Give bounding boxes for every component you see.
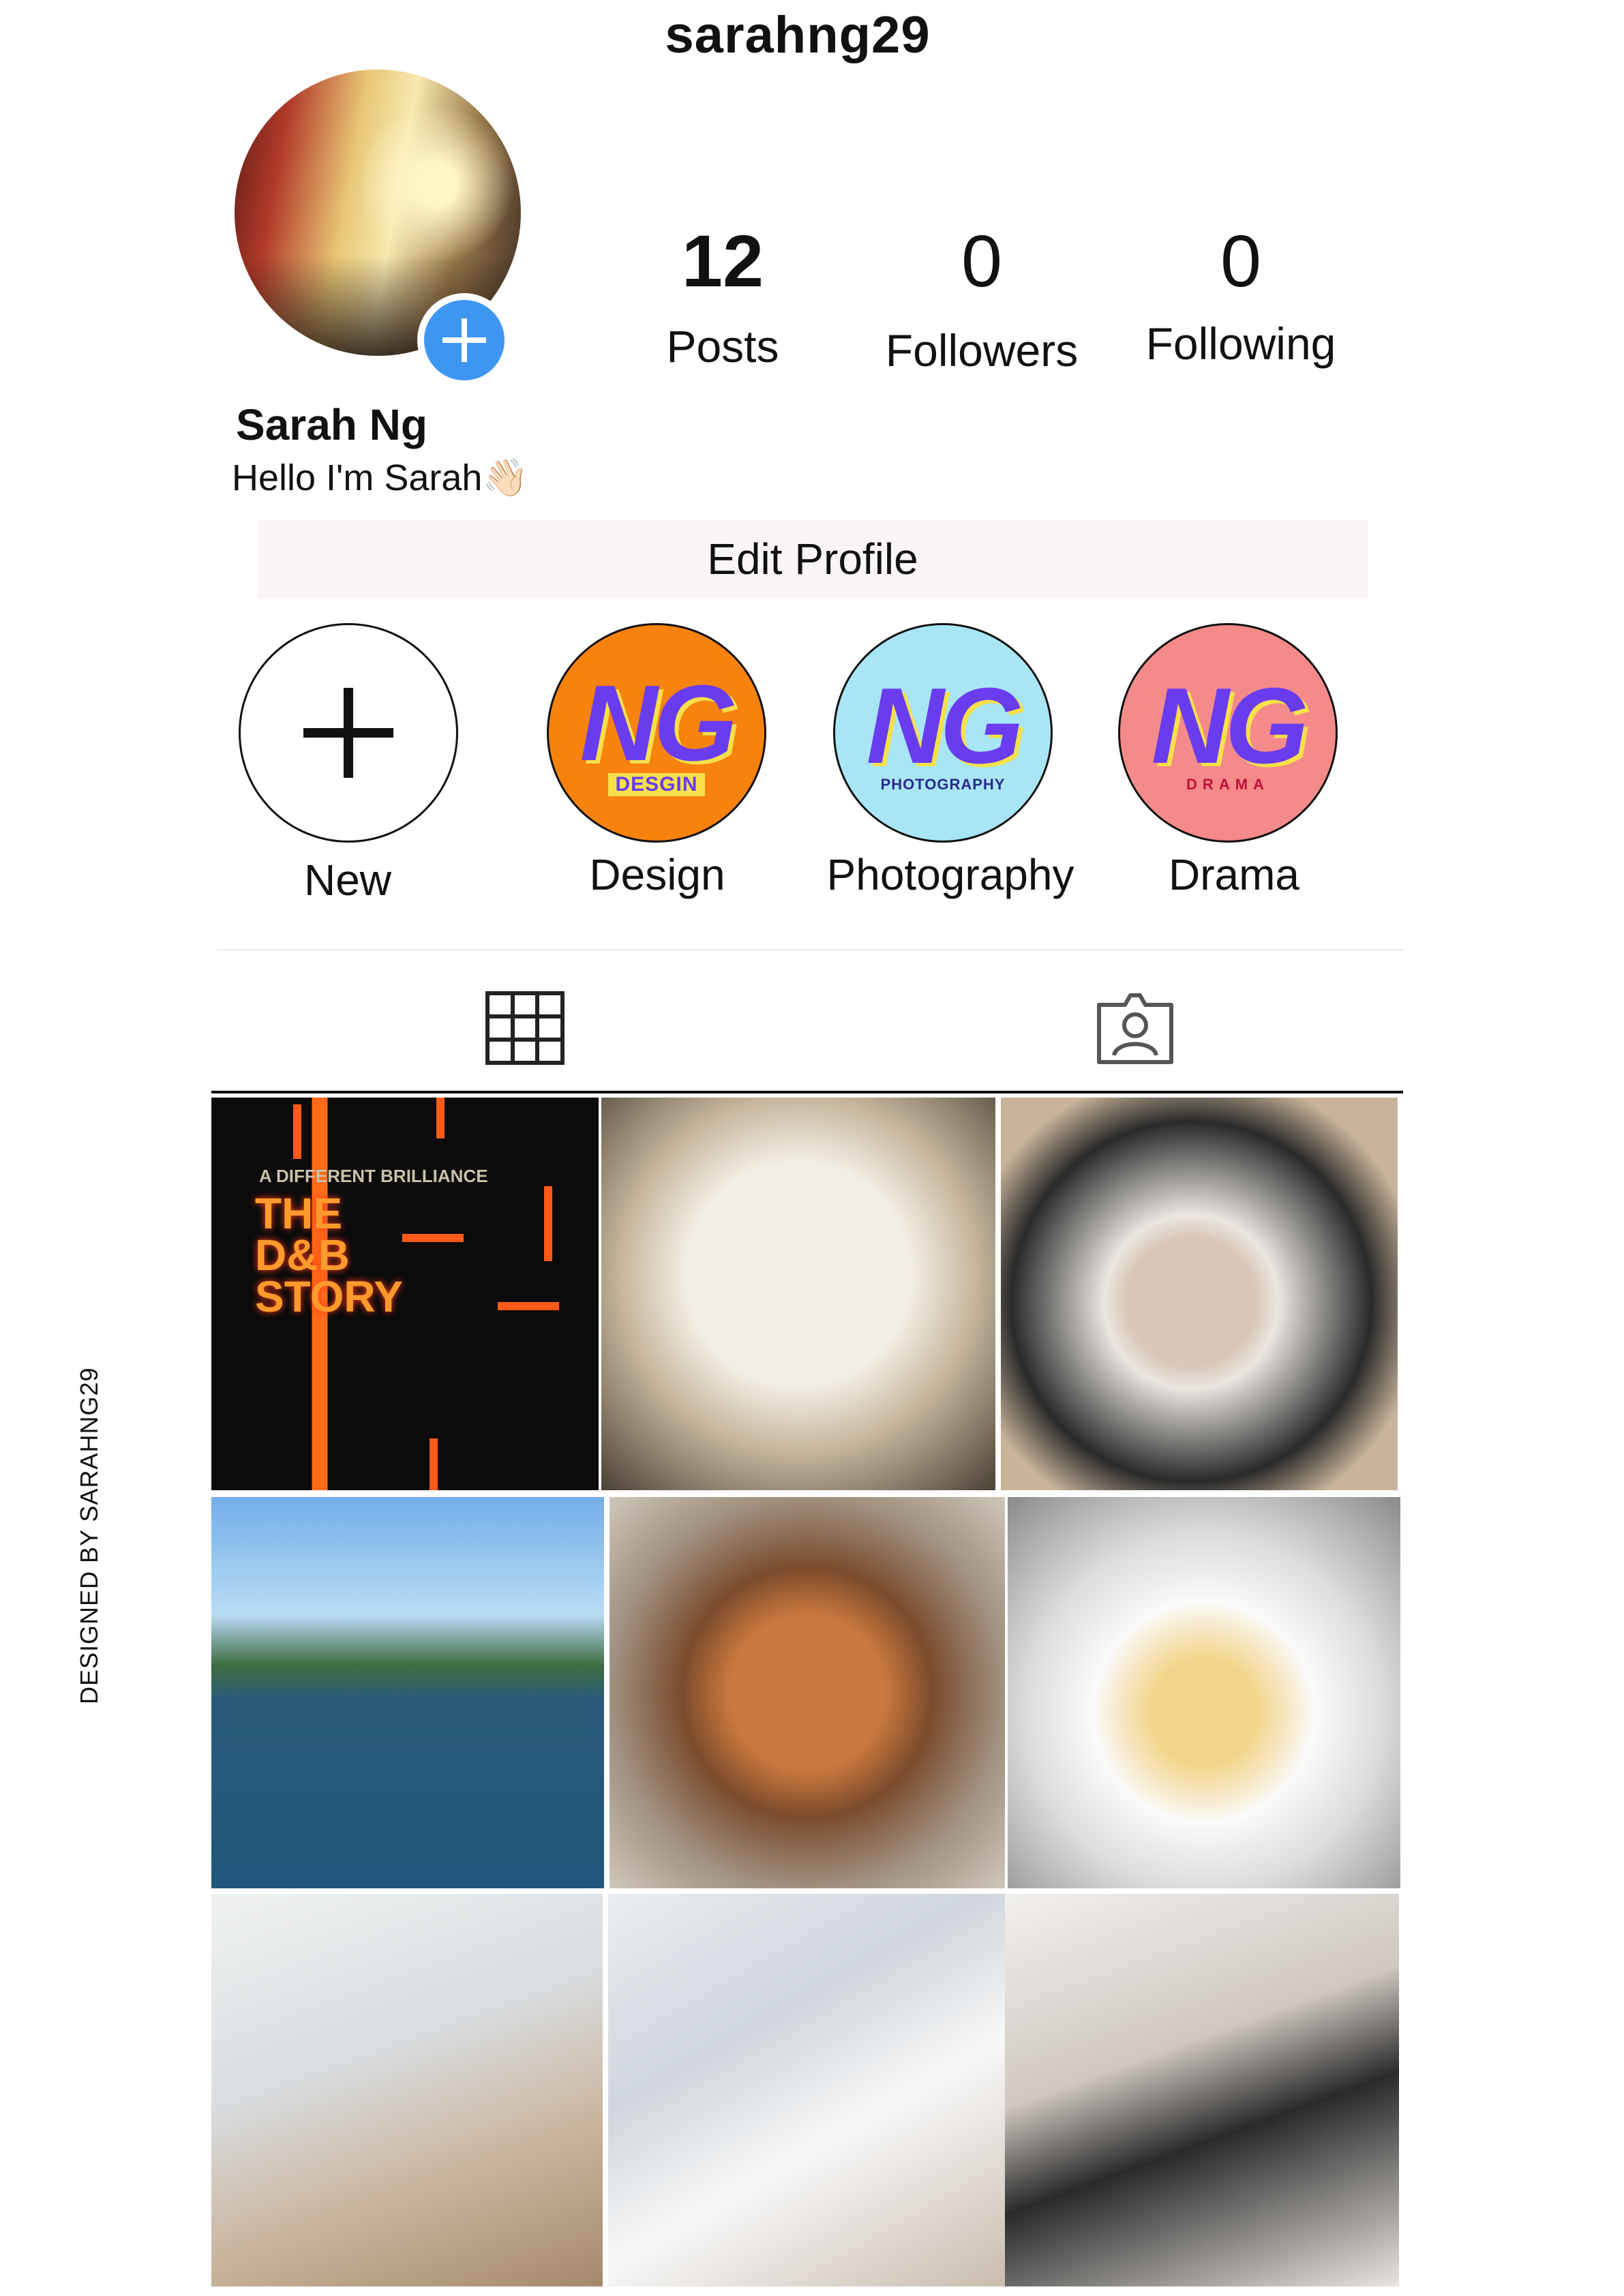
highlight-drama-circle[interactable]: NG DRAMA: [1118, 623, 1338, 843]
tab-underline: [211, 1091, 1403, 1093]
tab-grid[interactable]: [485, 991, 565, 1068]
post-thumbnail[interactable]: [211, 1894, 603, 2286]
ng-logo: NG: [866, 666, 1024, 786]
ng-logo: NG: [580, 663, 738, 783]
posts-count: 12: [681, 220, 764, 302]
highlight-design[interactable]: NG DESGIN: [547, 623, 766, 843]
grid-icon: [485, 991, 565, 1065]
highlight-new-circle[interactable]: [239, 623, 458, 843]
ng-logo-sub: PHOTOGRAPHY: [880, 776, 1006, 793]
highlight-new-label: New: [303, 856, 392, 905]
tab-tagged[interactable]: [1094, 990, 1177, 1070]
highlight-drama[interactable]: NG DRAMA: [1118, 623, 1338, 843]
highlight-new[interactable]: [239, 623, 458, 843]
profile-name: Sarah Ng: [236, 400, 427, 449]
designed-by-caption: DESIGNED BY SARAHNG29: [75, 1367, 103, 1704]
post-thumbnail[interactable]: [601, 1098, 995, 1490]
post-thumbnail[interactable]: [1005, 1894, 1399, 2286]
highlight-photography[interactable]: NG PHOTOGRAPHY: [833, 623, 1053, 843]
highlight-drama-label: Drama: [1168, 850, 1300, 899]
divider: [217, 949, 1404, 951]
post-thumbnail[interactable]: A DIFFERENT BRILLIANCE THE D&B STORY: [211, 1098, 599, 1490]
post-text: A DIFFERENT BRILLIANCE: [259, 1166, 488, 1186]
profile-username: sarahng29: [665, 6, 931, 64]
highlight-photography-circle[interactable]: NG PHOTOGRAPHY: [833, 623, 1053, 843]
following-label[interactable]: Following: [1104, 318, 1377, 369]
followers-count[interactable]: 0: [866, 218, 1098, 303]
add-story-button[interactable]: [417, 293, 511, 387]
profile-bio: Hello I'm Sarah👋🏻: [232, 457, 528, 498]
followers-label[interactable]: Followers: [845, 324, 1118, 376]
ng-logo-sub: DESGIN: [608, 773, 705, 796]
post-thumbnail[interactable]: [211, 1497, 604, 1888]
edit-profile-button[interactable]: Edit Profile: [258, 519, 1368, 599]
post-thumbnail[interactable]: [1008, 1497, 1400, 1888]
post-thumbnail[interactable]: [1001, 1098, 1398, 1490]
post-thumbnail[interactable]: [610, 1497, 1005, 1888]
tagged-person-icon: [1097, 993, 1173, 1064]
following-count[interactable]: 0: [1125, 218, 1357, 303]
post-thumbnail[interactable]: [608, 1894, 1005, 2286]
highlight-photography-label: Photography: [826, 850, 1074, 899]
ng-logo: NG: [1151, 666, 1309, 786]
posts-label: Posts: [666, 321, 779, 372]
plus-icon: [303, 688, 393, 778]
ng-logo-sub: DRAMA: [1186, 776, 1269, 793]
highlight-design-circle[interactable]: NG DESGIN: [547, 623, 766, 843]
highlight-design-label: Design: [589, 850, 725, 899]
plus-icon: [442, 318, 486, 362]
post-title: THE D&B STORY: [255, 1189, 403, 1321]
